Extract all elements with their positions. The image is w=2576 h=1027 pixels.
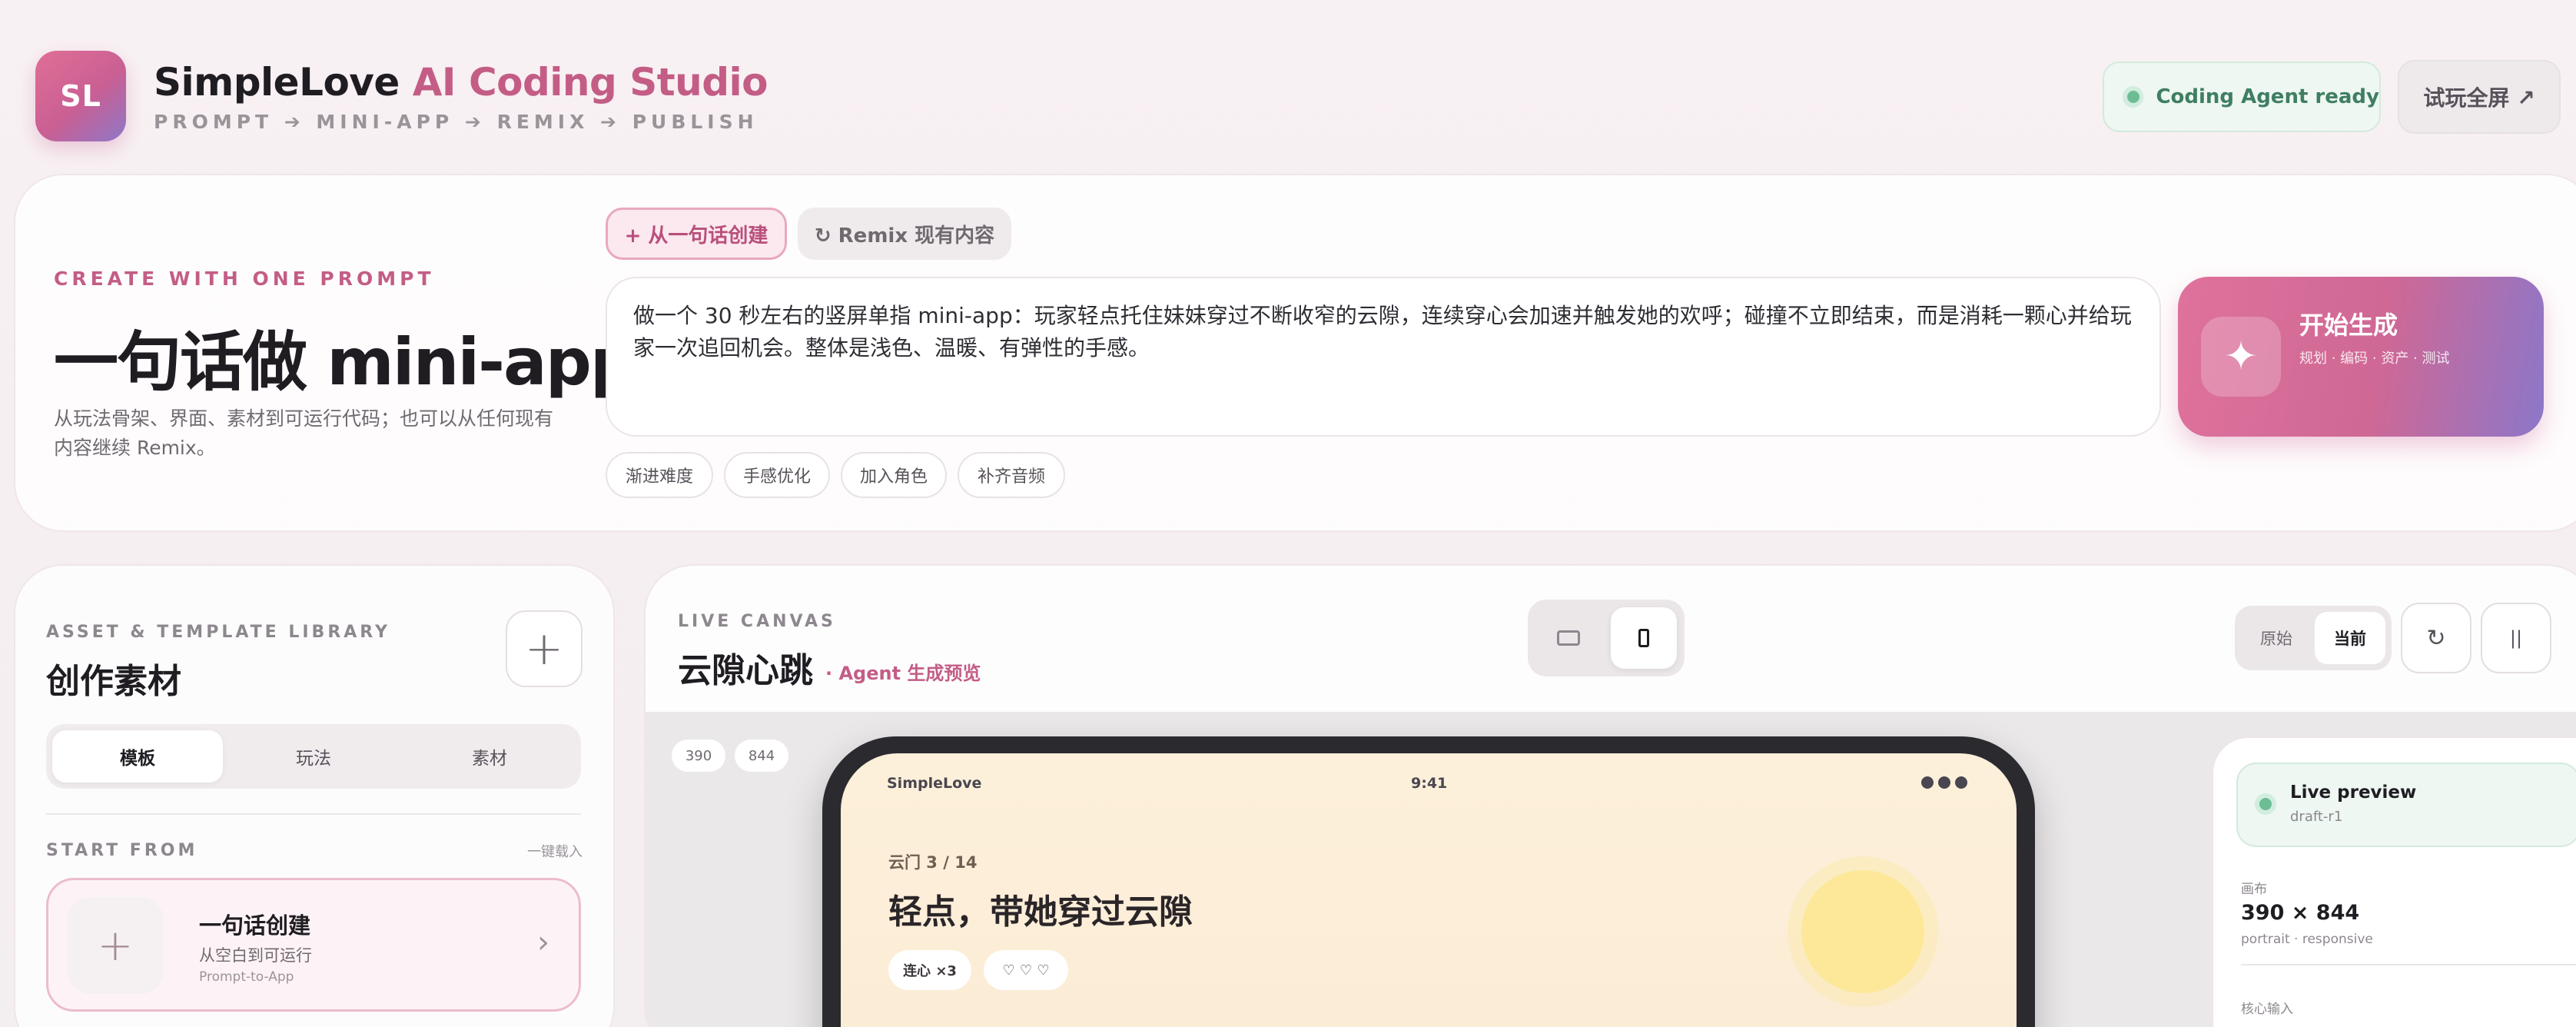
tab-templates[interactable]: 模板 [52, 730, 223, 783]
live-preview-draft: draft-r1 [2290, 809, 2343, 825]
live-status-dot-icon [2255, 793, 2276, 815]
library-title: 创作素材 [46, 662, 181, 701]
brand-accent: AI Coding Studio [412, 60, 768, 105]
generate-title: 开始生成 [2299, 311, 2398, 340]
canvas-title-sub: · Agent 生成预览 [825, 663, 981, 684]
chevron-right-icon: › [537, 925, 549, 960]
logo-text: SL [60, 79, 101, 113]
prompt-title: 一句话做 mini-app [54, 324, 636, 400]
refresh-button[interactable]: ↻ [2401, 603, 2471, 673]
phone-app-name: SimpleLove [887, 775, 982, 792]
refresh-icon: ↻ [2426, 624, 2446, 652]
phone-time: 9:41 [1411, 775, 1448, 792]
landscape-icon [1557, 630, 1580, 646]
one-click-load-link[interactable]: 一键载入 [527, 841, 583, 861]
fullscreen-play-button[interactable]: 试玩全屏 ↗ [2398, 60, 2561, 134]
add-asset-button[interactable]: + [506, 610, 583, 687]
device-toggle [1528, 600, 1685, 676]
library-eyebrow: ASSET & TEMPLATE LIBRARY [46, 623, 390, 642]
more-icon [1921, 776, 1967, 789]
chip-add-audio[interactable]: 补齐音频 [958, 452, 1065, 498]
tab-assets[interactable]: 素材 [404, 730, 575, 783]
chip-add-character[interactable]: 加入角色 [841, 452, 947, 498]
prompt-eyebrow: CREATE WITH ONE PROMPT [54, 268, 435, 290]
pause-icon: || [2509, 627, 2523, 649]
plus-icon: + [67, 897, 164, 994]
live-preview-title: Live preview [2290, 783, 2417, 803]
combo-badge: 连心 ×3 [888, 950, 971, 990]
tab-remix-existing[interactable]: ↻ Remix 现有内容 [798, 208, 1011, 260]
start-card-tag: Prompt-to-App [199, 969, 294, 985]
agent-status-text: Coding Agent ready [2156, 85, 2379, 108]
height-badge: 844 [735, 740, 788, 772]
agent-status-badge: Coding Agent ready [2103, 61, 2381, 132]
chip-feel-optimization[interactable]: 手感优化 [724, 452, 830, 498]
version-current[interactable]: 当前 [2315, 612, 2385, 664]
canvas-size-note: portrait · responsive [2241, 932, 2373, 947]
chip-progressive-difficulty[interactable]: 渐进难度 [606, 452, 713, 498]
brand-title: SimpleLove AI Coding Studio [154, 60, 768, 105]
landscape-button[interactable] [1535, 607, 1602, 669]
start-from-prompt-card[interactable]: + 一句话创建 从空白到可运行 Prompt-to-App › [46, 878, 581, 1012]
canvas-eyebrow: LIVE CANVAS [678, 612, 836, 631]
canvas-title: 云隙心跳 [678, 651, 813, 690]
tab-gameplay[interactable]: 玩法 [228, 730, 399, 783]
sparkle-icon: ✦ [2201, 317, 2281, 397]
width-badge: 390 [672, 740, 725, 772]
library-divider [46, 813, 581, 815]
sun-icon [1801, 870, 1924, 993]
canvas-size-value: 390 × 844 [2241, 901, 2360, 925]
start-card-subtitle: 从空白到可运行 [199, 946, 312, 965]
canvas-size-label: 画布 [2241, 882, 2267, 897]
core-input-label: 核心输入 [2241, 1002, 2293, 1017]
brand-main: SimpleLove [154, 60, 400, 105]
version-toggle: 原始 当前 [2235, 606, 2392, 670]
app-logo: SL [35, 51, 126, 141]
start-generate-button[interactable]: ✦ 开始生成 规划 · 编码 · 资产 · 测试 [2178, 277, 2544, 437]
pause-button[interactable]: || [2481, 603, 2551, 673]
panel-divider [2241, 964, 2576, 966]
start-from-label: START FROM [46, 841, 198, 860]
plus-icon: + [524, 622, 564, 676]
brand-subtitle: PROMPT ➔ MINI-APP ➔ REMIX ➔ PUBLISH [154, 111, 759, 133]
portrait-icon [1638, 629, 1649, 647]
live-preview-box [2236, 763, 2576, 847]
prompt-description: 从玩法骨架、界面、素材到可运行代码；也可以从任何现有内容继续 Remix。 [54, 407, 554, 459]
hearts-badge: ♡ ♡ ♡ [984, 950, 1068, 990]
phone-headline: 轻点，带她穿过云隙 [888, 892, 1193, 932]
level-indicator: 云门 3 / 14 [888, 853, 978, 872]
generate-subtitle: 规划 · 编码 · 资产 · 测试 [2299, 351, 2450, 367]
start-card-title: 一句话创建 [199, 912, 311, 939]
version-original[interactable]: 原始 [2241, 612, 2312, 664]
library-tabs: 模板 玩法 素材 [46, 724, 581, 789]
prompt-input[interactable]: 做一个 30 秒左右的竖屏单指 mini-app：玩家轻点托住妹妹穿过不断收窄的… [606, 277, 2161, 437]
portrait-button[interactable] [1611, 607, 1677, 669]
status-dot-icon [2123, 86, 2144, 108]
tab-create-from-prompt[interactable]: + 从一句话创建 [606, 208, 787, 260]
